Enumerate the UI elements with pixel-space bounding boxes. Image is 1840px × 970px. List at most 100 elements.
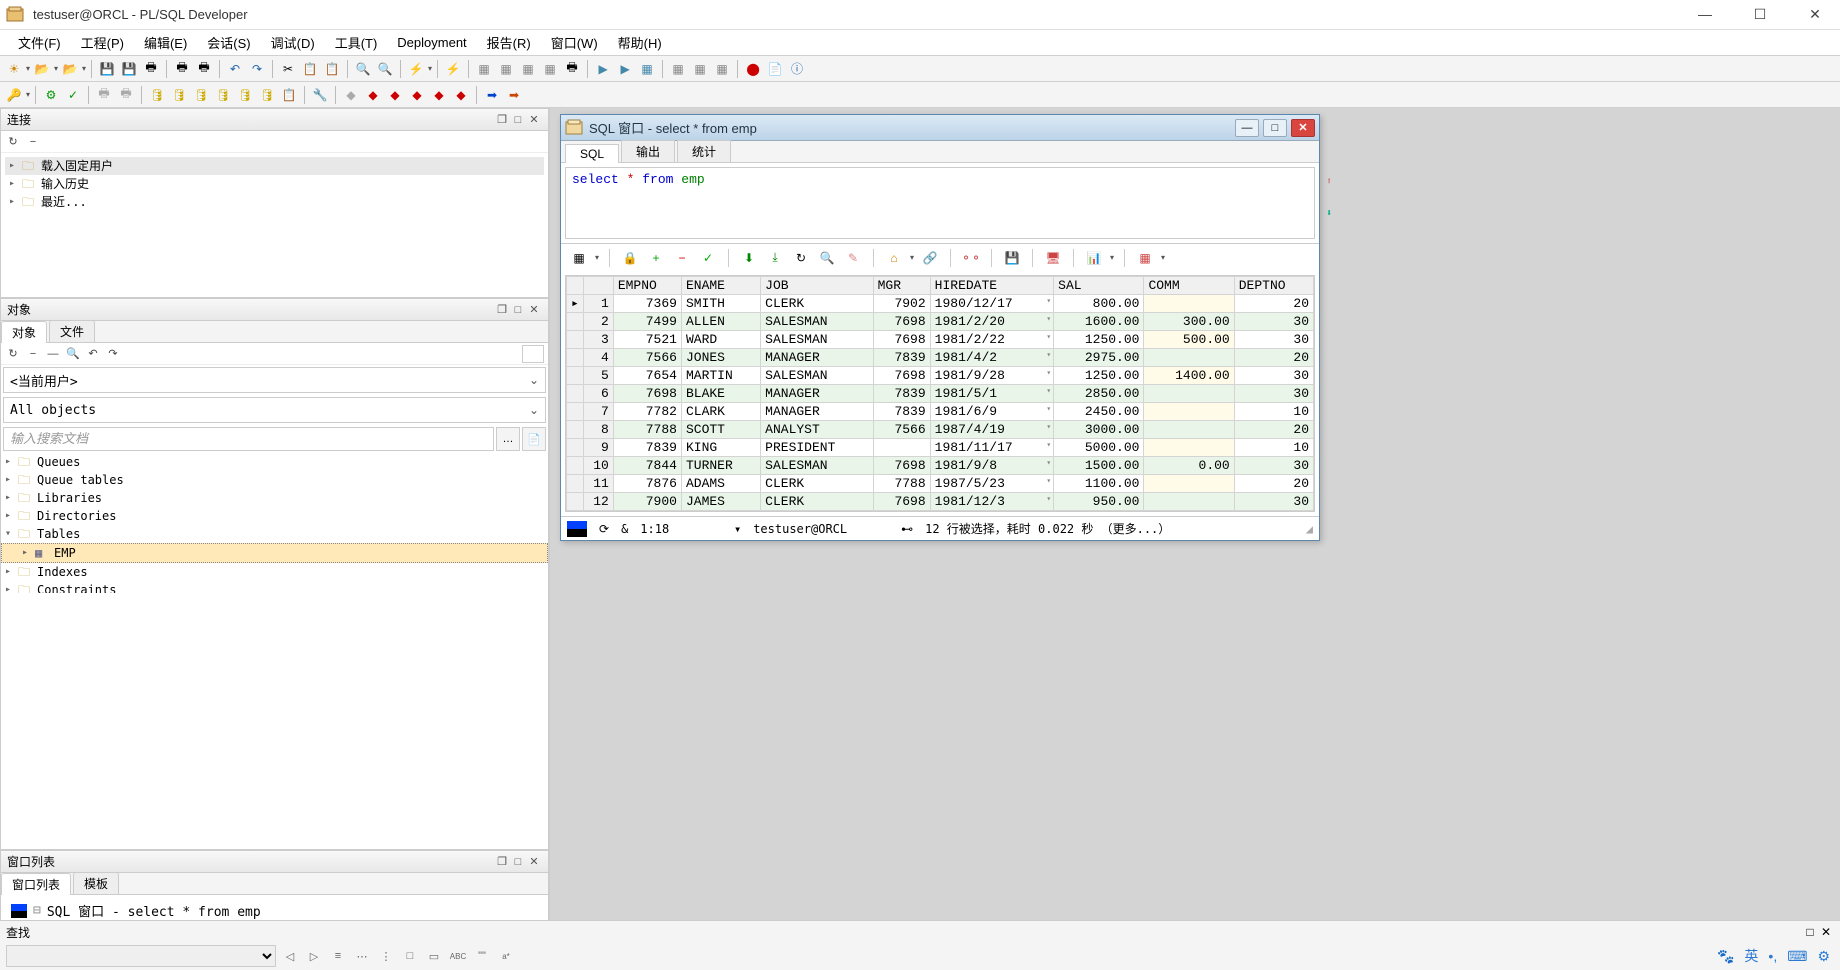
panel-max-icon[interactable]: □ bbox=[510, 856, 526, 868]
fetch-all-icon[interactable]: ⤓ bbox=[765, 248, 785, 268]
table-row[interactable]: 57654MARTINSALESMAN76981981/9/281250.001… bbox=[567, 367, 1314, 385]
find-combo[interactable] bbox=[6, 945, 276, 967]
panel-max-icon[interactable]: □ bbox=[510, 304, 526, 316]
expand-icon[interactable]: ▸ bbox=[5, 563, 15, 581]
export-icon[interactable]: 🖶 bbox=[94, 85, 114, 105]
fetch-next-icon[interactable]: ⬇ bbox=[739, 248, 759, 268]
new-icon[interactable]: ☀ bbox=[4, 59, 24, 79]
col-header[interactable]: ENAME bbox=[681, 277, 760, 295]
db6-icon[interactable]: 🛢 bbox=[257, 85, 277, 105]
gear-icon[interactable]: ⚙ bbox=[41, 85, 61, 105]
menu-item[interactable]: 调试(D) bbox=[261, 33, 325, 52]
copy-icon[interactable]: 📋 bbox=[300, 59, 320, 79]
tool12-icon[interactable]: ⬤ bbox=[743, 59, 763, 79]
tree-item[interactable]: ▸🗀Indexes bbox=[1, 563, 548, 581]
panel-max-icon[interactable]: □ bbox=[510, 114, 526, 126]
col-header[interactable]: MGR bbox=[873, 277, 930, 295]
wrench-icon[interactable]: 🔧 bbox=[310, 85, 330, 105]
col-header[interactable]: HIREDATE bbox=[930, 277, 1054, 295]
tab[interactable]: 文件 bbox=[49, 320, 95, 342]
add-row-icon[interactable]: + bbox=[646, 248, 666, 268]
col-header[interactable]: JOB bbox=[761, 277, 873, 295]
db7-icon[interactable]: 📋 bbox=[279, 85, 299, 105]
tree-item[interactable]: ▸🗀Queues bbox=[1, 453, 548, 471]
sql-close-button[interactable]: ✕ bbox=[1291, 119, 1315, 137]
expand-icon[interactable]: ▸ bbox=[5, 581, 15, 593]
tree-item[interactable]: ▸🗀载入固定用户 bbox=[5, 157, 544, 175]
ime-lang-icon[interactable]: 英 bbox=[1744, 946, 1758, 966]
dbg1-icon[interactable]: ◆ bbox=[341, 85, 361, 105]
menu-item[interactable]: Deployment bbox=[387, 35, 476, 50]
tab[interactable]: 模板 bbox=[73, 872, 119, 894]
redo-icon[interactable]: ↷ bbox=[247, 59, 267, 79]
table-row[interactable]: 97839KINGPRESIDENT1981/11/175000.0010 bbox=[567, 439, 1314, 457]
col-header[interactable]: DEPTNO bbox=[1234, 277, 1313, 295]
save-result-icon[interactable]: 💾 bbox=[1002, 248, 1022, 268]
nav-back-icon[interactable]: ↶ bbox=[85, 346, 101, 362]
tab[interactable]: 对象 bbox=[1, 321, 47, 343]
key-icon[interactable]: 🔑 bbox=[4, 85, 24, 105]
table-row[interactable]: 37521WARDSALESMAN76981981/2/221250.00500… bbox=[567, 331, 1314, 349]
expand-icon[interactable]: ▸ bbox=[5, 507, 15, 525]
dbg5-icon[interactable]: ◆ bbox=[429, 85, 449, 105]
result-grid[interactable]: EMPNOENAMEJOBMGRHIREDATESALCOMMDEPTNO ▸1… bbox=[566, 276, 1314, 511]
db5-icon[interactable]: 🛢 bbox=[235, 85, 255, 105]
tree-item[interactable]: ▸🗀Queue tables bbox=[1, 471, 548, 489]
col-header[interactable]: SAL bbox=[1054, 277, 1144, 295]
sql-window-titlebar[interactable]: SQL 窗口 - select * from emp — □ ✕ bbox=[561, 115, 1319, 141]
panel-close-icon[interactable]: ✕ bbox=[526, 303, 542, 316]
menu-item[interactable]: 帮助(H) bbox=[608, 33, 672, 52]
erase-icon[interactable]: ✎ bbox=[843, 248, 863, 268]
home-icon[interactable]: ⌂ bbox=[884, 248, 904, 268]
menu-item[interactable]: 编辑(E) bbox=[134, 33, 197, 52]
tool1-icon[interactable]: ▦ bbox=[474, 59, 494, 79]
tool4-icon[interactable]: ▦ bbox=[540, 59, 560, 79]
tree-item[interactable]: ▸🗀输入历史 bbox=[5, 175, 544, 193]
find-next-icon[interactable]: ▷ bbox=[304, 946, 324, 966]
menu-item[interactable]: 报告(R) bbox=[477, 33, 541, 52]
dbg6-icon[interactable]: ◆ bbox=[451, 85, 471, 105]
find-opt4-icon[interactable]: □ bbox=[400, 946, 420, 966]
menu-item[interactable]: 工具(T) bbox=[325, 33, 388, 52]
expand-icon[interactable]: ▸ bbox=[5, 471, 15, 489]
table-row[interactable]: 107844TURNERSALESMAN76981981/9/81500.000… bbox=[567, 457, 1314, 475]
table-row[interactable]: 67698BLAKEMANAGER78391981/5/12850.0030 bbox=[567, 385, 1314, 403]
open-icon[interactable]: 📂 bbox=[32, 59, 52, 79]
menu-item[interactable]: 窗口(W) bbox=[541, 33, 608, 52]
tool8-icon[interactable]: ▦ bbox=[637, 59, 657, 79]
sql-tab[interactable]: SQL bbox=[565, 144, 619, 163]
ime-kbd-icon[interactable]: ⌨ bbox=[1787, 948, 1807, 965]
tree-item[interactable]: ▸🗀最近... bbox=[5, 193, 544, 211]
status-refresh-icon[interactable]: ⟳ bbox=[599, 522, 609, 536]
save-icon[interactable]: 💾 bbox=[97, 59, 117, 79]
tree-item[interactable]: ▸🗀Libraries bbox=[1, 489, 548, 507]
cut-icon[interactable]: ✂ bbox=[278, 59, 298, 79]
dbg4-icon[interactable]: ◆ bbox=[407, 85, 427, 105]
execute-icon[interactable]: ⚡ bbox=[406, 59, 426, 79]
arrow-right-icon[interactable]: ➡ bbox=[482, 85, 502, 105]
expand-icon[interactable]: ▸ bbox=[9, 193, 19, 211]
tool3-icon[interactable]: ▦ bbox=[518, 59, 538, 79]
panel-restore-icon[interactable]: ❐ bbox=[494, 855, 510, 868]
close-button[interactable]: ✕ bbox=[1795, 6, 1835, 23]
find-opt1-icon[interactable]: ≡ bbox=[328, 946, 348, 966]
tree-item[interactable]: ▾🗀Tables bbox=[1, 525, 548, 543]
paste-icon[interactable]: 📋 bbox=[322, 59, 342, 79]
print-icon[interactable]: 🖶 bbox=[141, 59, 161, 79]
col-header[interactable]: EMPNO bbox=[613, 277, 681, 295]
refresh-icon[interactable]: ↻ bbox=[791, 248, 811, 268]
find-grid-icon[interactable]: 🔍 bbox=[817, 248, 837, 268]
commit-icon[interactable]: ✓ bbox=[698, 248, 718, 268]
tree-item[interactable]: ▸🗀Directories bbox=[1, 507, 548, 525]
replace-icon[interactable]: 🔍 bbox=[375, 59, 395, 79]
find-icon[interactable]: 🔍 bbox=[353, 59, 373, 79]
col-header[interactable]: COMM bbox=[1144, 277, 1234, 295]
find-abc-icon[interactable]: ABC bbox=[448, 946, 468, 966]
menu-item[interactable]: 工程(P) bbox=[71, 33, 134, 52]
expand-icon[interactable]: ▸ bbox=[22, 544, 32, 562]
open2-icon[interactable]: 📂 bbox=[60, 59, 80, 79]
tool2-icon[interactable]: ▦ bbox=[496, 59, 516, 79]
table-icon[interactable]: ▦ bbox=[1135, 248, 1155, 268]
tool7-icon[interactable]: ▶ bbox=[615, 59, 635, 79]
sql-tab[interactable]: 输出 bbox=[621, 140, 675, 162]
